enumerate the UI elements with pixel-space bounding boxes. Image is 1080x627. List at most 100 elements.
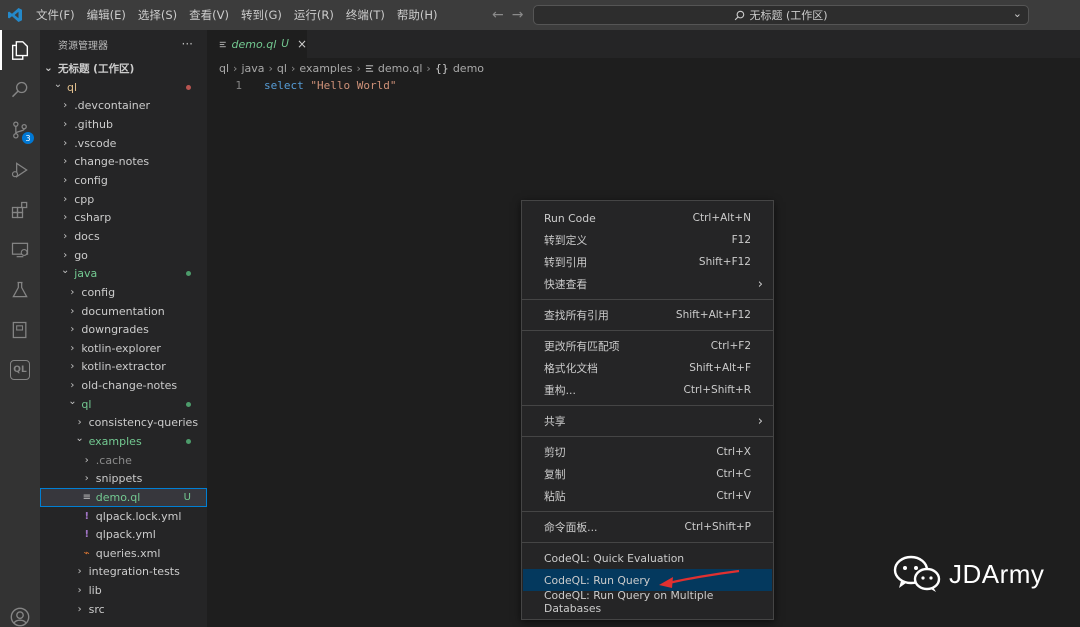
breadcrumb-item[interactable]: demo.ql [378,62,423,75]
menu-item-label: 查找所有引用 [544,309,609,322]
folder-item[interactable]: › docs [40,227,207,246]
folder-item[interactable]: ⌄ examples [40,432,207,451]
folder-item[interactable]: › kotlin-extractor [40,358,207,377]
menu-item-label: 剪切 [544,446,566,459]
folder-item[interactable]: › .cache [40,451,207,470]
chevron-right-icon: › [233,61,238,75]
menu-item-label: 更改所有匹配项 [544,340,620,353]
folder-item[interactable]: › src [40,600,207,619]
context-menu-item[interactable]: 格式化文档 Shift+Alt+F [522,357,773,379]
folder-item[interactable]: › config [40,283,207,302]
file-item[interactable]: ≡ demo.ql U [40,488,207,507]
testing-button[interactable] [0,270,40,310]
folder-item[interactable]: › cpp [40,190,207,209]
remote-explorer-button[interactable] [0,230,40,270]
context-menu-item[interactable]: CodeQL: Run Query on Multiple Databases [522,589,773,615]
account-button[interactable] [0,597,40,627]
folder-item[interactable]: › consistency-queries [40,414,207,433]
menu-item[interactable]: 转到(G) [235,0,288,30]
folder-item[interactable]: ⌄ java [40,264,207,283]
folder-item[interactable]: › downgrades [40,320,207,339]
folder-item[interactable]: › lib [40,581,207,600]
chevron-right-icon: › [70,361,75,373]
tree-item-label: change-notes [74,155,150,169]
chevron-down-icon[interactable]: ⌄ [1013,7,1022,20]
context-menu-item[interactable]: 粘贴 Ctrl+V [522,485,773,507]
wechat-logo-icon [893,555,941,592]
source-control-button[interactable]: 3 [0,110,40,150]
file-item[interactable]: ! qlpack.lock.yml [40,507,207,526]
menu-item[interactable]: 运行(R) [288,0,340,30]
workspace-title: 无标题 (工作区) [58,62,135,75]
folder-item[interactable]: › change-notes [40,153,207,172]
context-menu-item[interactable]: 重构... Ctrl+Shift+R [522,379,773,401]
notebook-button[interactable] [0,310,40,350]
tree-item-label: kotlin-extractor [81,360,166,374]
search-button[interactable] [0,70,40,110]
folder-item[interactable]: › kotlin-explorer [40,339,207,358]
braces-icon: {} [434,61,449,75]
breadcrumb-item[interactable]: examples [299,62,352,75]
explorer-title: 资源管理器 [58,40,108,52]
code-line[interactable]: 1 select "Hello World" [207,77,396,93]
menu-item[interactable]: 终端(T) [340,0,391,30]
context-menu-item[interactable]: 快速查看 › [522,273,773,295]
breadcrumb-item[interactable]: ql [277,62,287,75]
menu-item-label: 粘贴 [544,490,566,503]
context-menu-item[interactable]: 更改所有匹配项 Ctrl+F2 [522,335,773,357]
context-menu-item[interactable]: 剪切 Ctrl+X [522,441,773,463]
explorer-button[interactable] [0,30,40,70]
menu-item-label: 复制 [544,468,566,481]
more-actions-icon[interactable]: ··· [182,37,193,51]
file-item[interactable]: ⌁ queries.xml [40,544,207,563]
folder-item[interactable]: › config [40,171,207,190]
menu-item[interactable]: 编辑(E) [81,0,132,30]
menu-item-shortcut: Ctrl+Shift+P [684,521,751,533]
back-arrow-icon[interactable]: ← [492,7,504,23]
folder-item[interactable]: › old-change-notes [40,376,207,395]
forward-arrow-icon[interactable]: → [512,7,524,23]
folder-item[interactable]: › snippets [40,469,207,488]
folder-item[interactable]: ⌄ ql [40,78,207,97]
run-debug-button[interactable] [0,150,40,190]
breadcrumb-item[interactable]: java [241,62,264,75]
menu-item[interactable]: 查看(V) [183,0,235,30]
menu-item[interactable]: 帮助(H) [391,0,444,30]
workspace-header[interactable]: ⌄ 无标题 (工作区) [40,58,207,78]
context-menu-item[interactable]: 命令面板... Ctrl+Shift+P [522,516,773,538]
extensions-button[interactable] [0,190,40,230]
context-menu-item[interactable]: 查找所有引用 Shift+Alt+F12 [522,304,773,326]
chevron-right-icon: › [77,417,82,429]
tab-demo-ql[interactable]: demo.ql U × [207,30,307,58]
context-menu-item[interactable]: 转到定义 F12 [522,229,773,251]
folder-item[interactable]: ⌄ ql [40,395,207,414]
command-center[interactable]: 无标题 (工作区) ⌄ [533,5,1029,25]
tree-item-label: examples [88,434,142,448]
file-item[interactable]: ! qlpack.yml [40,525,207,544]
yml-file-icon: ! [84,529,90,541]
menu-item-shortcut: Ctrl+F2 [710,340,751,352]
breadcrumb-item[interactable]: ql [219,62,229,75]
codeql-button[interactable]: QL [0,350,40,390]
folder-item[interactable]: › go [40,246,207,265]
close-icon[interactable]: × [297,37,307,51]
folder-item[interactable]: › .vscode [40,134,207,153]
folder-item[interactable]: › documentation [40,302,207,321]
menu-item-shortcut: Ctrl+X [716,446,751,458]
chevron-down-icon: ⌄ [68,395,77,407]
context-menu-item[interactable]: CodeQL: Quick Evaluation [522,547,773,569]
chevron-right-icon: › [63,212,68,224]
context-menu-item[interactable]: 复制 Ctrl+C [522,463,773,485]
context-menu-item[interactable]: 转到引用 Shift+F12 [522,251,773,273]
context-menu-item[interactable]: Run Code Ctrl+Alt+N [522,207,773,229]
folder-item[interactable]: › integration-tests [40,563,207,582]
folder-item[interactable]: › .github [40,115,207,134]
menu-item[interactable]: 文件(F) [30,0,81,30]
folder-item[interactable]: › csharp [40,208,207,227]
context-menu-item[interactable]: 共享 › [522,410,773,432]
breadcrumb-item[interactable]: demo [453,62,484,75]
tree-item-label: snippets [95,472,143,486]
chevron-right-icon: › [290,61,296,75]
menu-item[interactable]: 选择(S) [132,0,183,30]
folder-item[interactable]: › .devcontainer [40,97,207,116]
